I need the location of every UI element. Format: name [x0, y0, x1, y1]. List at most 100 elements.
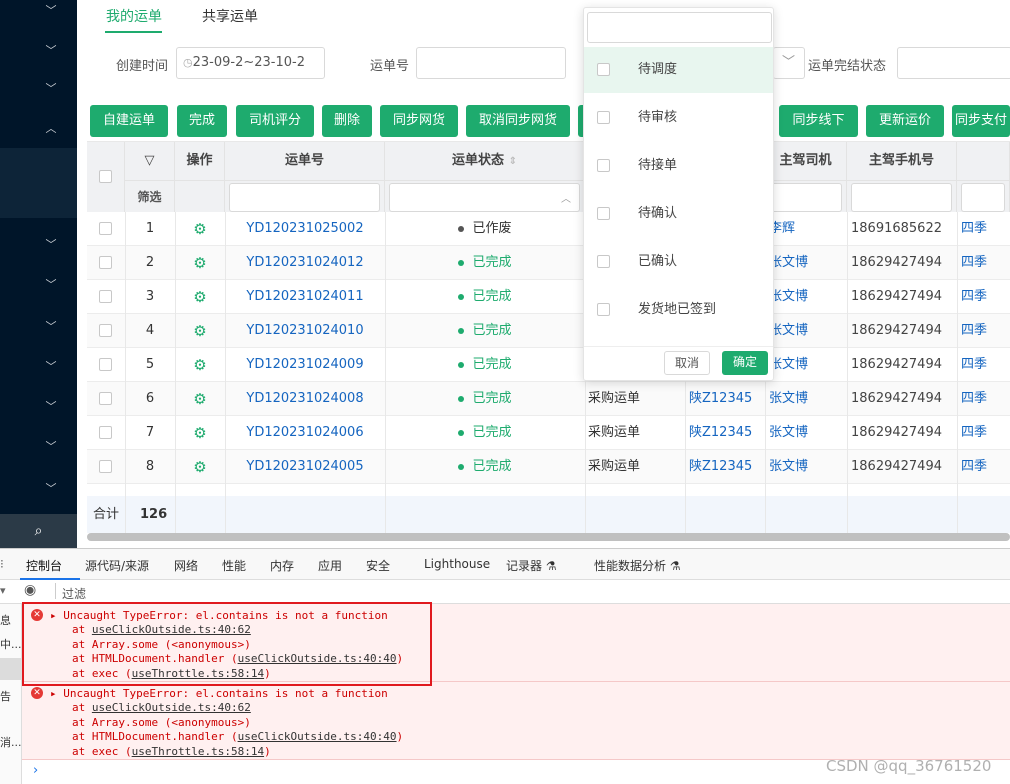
option-checkbox[interactable]	[597, 303, 610, 316]
dropdown-option[interactable]: 发货地已签到	[584, 287, 773, 333]
gear-icon[interactable]: ⚙	[175, 348, 225, 382]
frame-source-link[interactable]: useClickOutside.ts:40:40	[238, 730, 397, 743]
complete-button[interactable]: 完成	[177, 105, 227, 137]
search-icon[interactable]: ⌕	[0, 514, 77, 548]
dropdown-cancel-button[interactable]: 取消	[664, 351, 710, 375]
row-checkbox[interactable]	[99, 324, 112, 337]
devtools-tab-memory[interactable]: 内存	[270, 557, 294, 574]
row-checkbox[interactable]	[99, 460, 112, 473]
extra-link[interactable]: 四季	[961, 246, 1010, 280]
select-all-checkbox[interactable]	[99, 170, 112, 183]
sidebar-active-item[interactable]	[0, 148, 77, 218]
extra-filter-input[interactable]	[961, 183, 1005, 212]
waybill-no-link[interactable]: YD120231024005	[225, 450, 385, 484]
chevron-down-icon[interactable]: ﹀	[44, 80, 58, 96]
status-select-arrow[interactable]: ﹀	[773, 47, 805, 79]
devtools-tab-application[interactable]: 应用	[318, 557, 342, 574]
sort-icon[interactable]: ⇕	[509, 156, 517, 167]
driver-link[interactable]: 张文博	[769, 246, 847, 280]
dropdown-option[interactable]: 待接单	[584, 143, 773, 189]
driver-link[interactable]: 张文博	[769, 416, 847, 450]
driver-filter-input[interactable]	[769, 183, 842, 212]
plate-link[interactable]: 陕Z12345	[689, 450, 765, 484]
gear-icon[interactable]: ⚙	[175, 246, 225, 280]
dropdown-confirm-button[interactable]: 确定	[722, 351, 768, 375]
sync-offline-button[interactable]: 同步线下	[779, 105, 858, 137]
sidebar-label[interactable]: 告	[0, 688, 11, 704]
devtools-tab-performance[interactable]: 性能	[222, 557, 246, 574]
console-filter-input[interactable]: 过滤	[62, 585, 86, 602]
devtools-menu-icon[interactable]: ⁝	[0, 557, 4, 571]
sidebar-label[interactable]: 中...	[0, 636, 22, 652]
chevron-down-icon[interactable]: ﹀	[44, 480, 58, 496]
sidebar-label[interactable]: 息	[0, 612, 11, 628]
error-title[interactable]: ▸ Uncaught TypeError: el.contains is not…	[50, 687, 388, 700]
dropdown-option[interactable]: 待调度	[584, 47, 773, 93]
horizontal-scrollbar[interactable]	[87, 533, 1010, 541]
waybill-no-link[interactable]: YD120231024012	[225, 246, 385, 280]
cancel-sync-freight-button[interactable]: 取消同步网货	[466, 105, 570, 137]
option-checkbox[interactable]	[597, 111, 610, 124]
gear-icon[interactable]: ⚙	[175, 450, 225, 484]
waybill-no-link[interactable]: YD120231024006	[225, 416, 385, 450]
option-checkbox[interactable]	[597, 255, 610, 268]
tab-shared-waybills[interactable]: 共享运单	[202, 6, 258, 26]
devtools-tab-recorder[interactable]: 记录器 ⚗	[506, 557, 557, 574]
row-checkbox[interactable]	[99, 222, 112, 235]
extra-link[interactable]: 四季	[961, 212, 1010, 246]
frame-source-link[interactable]: useThrottle.ts:58:14	[132, 745, 264, 758]
extra-link[interactable]: 四季	[961, 280, 1010, 314]
chevron-down-icon[interactable]: ﹀	[44, 438, 58, 454]
plate-link[interactable]: 陕Z12345	[689, 416, 765, 450]
create-waybill-button[interactable]: 自建运单	[90, 105, 168, 137]
devtools-tab-security[interactable]: 安全	[366, 557, 390, 574]
driver-link[interactable]: 李辉	[769, 212, 847, 246]
chevron-down-icon[interactable]: ▾	[0, 584, 6, 597]
option-checkbox[interactable]	[597, 63, 610, 76]
chevron-down-icon[interactable]: ﹀	[44, 276, 58, 292]
gear-icon[interactable]: ⚙	[175, 314, 225, 348]
row-checkbox[interactable]	[99, 256, 112, 269]
gear-icon[interactable]: ⚙	[175, 212, 225, 246]
finish-status-select[interactable]	[897, 47, 1010, 79]
gear-icon[interactable]: ⚙	[175, 382, 225, 416]
chevron-down-icon[interactable]: ﹀	[44, 42, 58, 58]
extra-link[interactable]: 四季	[961, 314, 1010, 348]
status-filter-input[interactable]: ︿	[389, 183, 580, 212]
devtools-tab-lighthouse[interactable]: Lighthouse	[424, 557, 490, 571]
create-time-range-input[interactable]: ◷23-09-2~23-10-2	[176, 47, 325, 79]
eye-icon[interactable]: ◉	[24, 582, 36, 598]
dropdown-option[interactable]: 已确认	[584, 239, 773, 285]
waybill-no-link[interactable]: YD120231024008	[225, 382, 385, 416]
chevron-down-icon[interactable]: ﹀	[44, 358, 58, 374]
gear-icon[interactable]: ⚙	[175, 280, 225, 314]
row-checkbox[interactable]	[99, 290, 112, 303]
driver-link[interactable]: 张文博	[769, 348, 847, 382]
sidebar-selected[interactable]	[0, 658, 21, 680]
frame-source-link[interactable]: useClickOutside.ts:40:62	[92, 701, 251, 714]
devtools-tab-perf-insights[interactable]: 性能数据分析 ⚗	[594, 557, 681, 574]
filter-icon[interactable]: ▽	[125, 142, 175, 180]
update-price-button[interactable]: 更新运价	[866, 105, 944, 137]
devtools-tab-console[interactable]: 控制台	[26, 557, 62, 574]
devtools-tab-sources[interactable]: 源代码/来源	[85, 557, 149, 574]
option-checkbox[interactable]	[597, 207, 610, 220]
delete-button[interactable]: 删除	[322, 105, 372, 137]
chevron-down-icon[interactable]: ﹀	[44, 2, 58, 18]
waybill-no-link[interactable]: YD120231024011	[225, 280, 385, 314]
console-prompt-icon[interactable]: ›	[33, 763, 38, 778]
extra-link[interactable]: 四季	[961, 450, 1010, 484]
plate-link[interactable]: 陕Z12345	[689, 382, 765, 416]
row-checkbox[interactable]	[99, 358, 112, 371]
sync-freight-button[interactable]: 同步网货	[380, 105, 458, 137]
chevron-down-icon[interactable]: ﹀	[44, 236, 58, 252]
driver-link[interactable]: 张文博	[769, 280, 847, 314]
tab-my-waybills[interactable]: 我的运单	[106, 6, 162, 26]
devtools-tab-network[interactable]: 网络	[174, 557, 198, 574]
extra-link[interactable]: 四季	[961, 416, 1010, 450]
waybill-no-link[interactable]: YD120231024009	[225, 348, 385, 382]
option-checkbox[interactable]	[597, 159, 610, 172]
driver-rating-button[interactable]: 司机评分	[236, 105, 314, 137]
driver-link[interactable]: 张文博	[769, 382, 847, 416]
sync-payment-button[interactable]: 同步支付	[952, 105, 1010, 137]
